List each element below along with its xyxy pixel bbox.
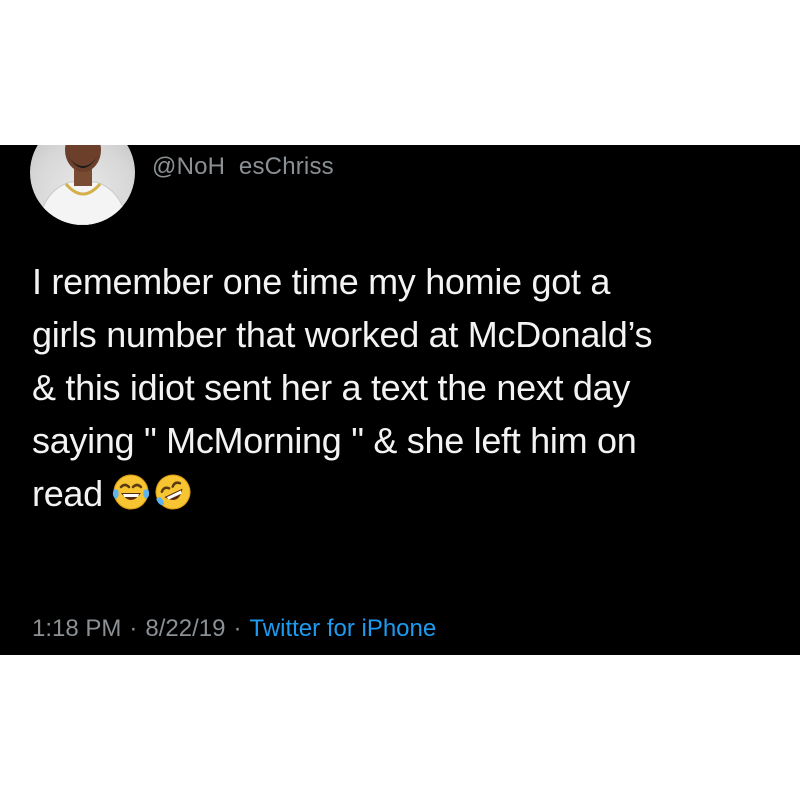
tears-of-joy-icon <box>112 474 149 510</box>
tweet-text-line: & this idiot sent her a text the next da… <box>32 367 631 408</box>
user-handle[interactable]: @NoH esChriss <box>152 153 334 181</box>
screenshot-frame: @NoH esChriss I remember one time my hom… <box>0 0 800 800</box>
tweet-text-last-word: read <box>32 473 103 514</box>
tweet-text-line: I remember one time my homie got a <box>32 261 611 302</box>
meta-separator: · <box>129 615 138 642</box>
tweet-time[interactable]: 1:18 PM <box>32 615 121 642</box>
tweet-card: @NoH esChriss I remember one time my hom… <box>0 145 800 655</box>
tweet-text-line: saying " McMorning " & she left him on <box>32 420 637 461</box>
tweet-text-line: girls number that worked at McDonald’s <box>32 314 653 355</box>
meta-separator: · <box>233 615 242 642</box>
tweet-source-link[interactable]: Twitter for iPhone <box>249 615 436 642</box>
tweet-date[interactable]: 8/22/19 <box>145 615 225 642</box>
tweet-text-line-last: read <box>32 467 772 526</box>
rolling-on-floor-laughing-icon <box>155 474 191 510</box>
tweet-text: I remember one time my homie got a girls… <box>32 255 772 526</box>
emoji-row <box>111 472 195 526</box>
avatar-illustration <box>37 145 129 225</box>
avatar[interactable] <box>30 145 135 225</box>
tweet-meta: 1:18 PM · 8/22/19 · Twitter for iPhone <box>32 615 436 643</box>
